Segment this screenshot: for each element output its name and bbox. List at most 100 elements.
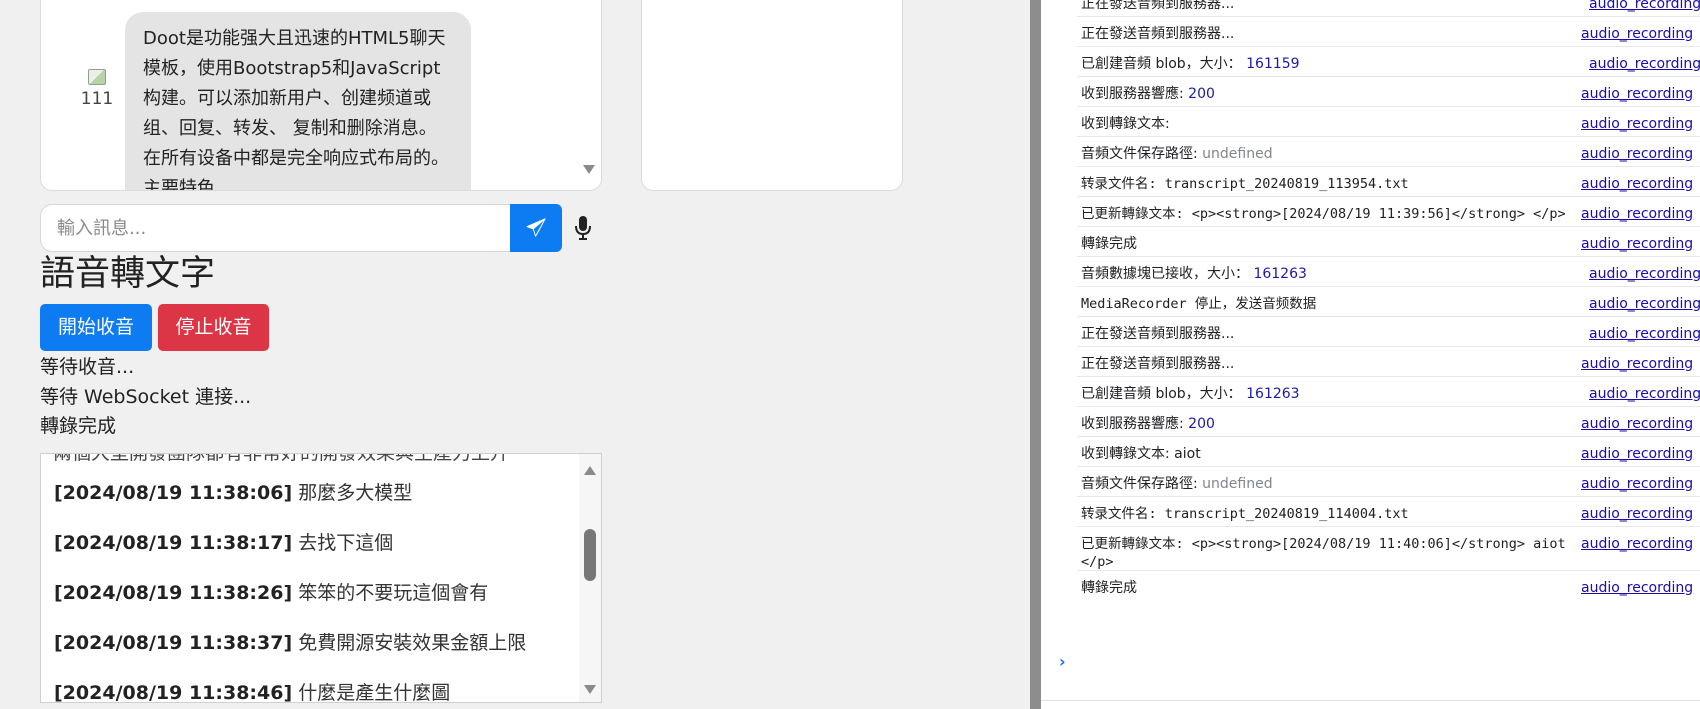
send-icon <box>526 218 546 237</box>
console-source-link[interactable]: audio_recording <box>1581 535 1693 553</box>
console-source-link[interactable]: audio_recording <box>1581 145 1693 163</box>
console-message: 音頻數據塊已接收，大小： 161263 <box>1081 265 1583 283</box>
console-source-link[interactable]: audio_recording <box>1581 175 1693 193</box>
console-message: 正在發送音頻到服務器... <box>1081 0 1583 13</box>
console-source-link[interactable]: audio_recording <box>1589 325 1700 343</box>
console-source-link[interactable]: audio_recording <box>1581 205 1693 223</box>
console-source-link[interactable]: audio_recording <box>1581 579 1693 597</box>
console-source-link[interactable]: audio_recording <box>1581 25 1693 43</box>
console-undefined-value: undefined <box>1202 476 1273 492</box>
chat-app: 111 Doot是功能强大且迅速的HTML5聊天模板，使用Bootstrap5和… <box>0 0 1030 709</box>
message-composer <box>40 204 597 252</box>
console-source-link[interactable]: audio_recording <box>1581 475 1693 493</box>
scroll-up-arrow-icon[interactable] <box>584 466 596 475</box>
avatar-alt-text: 111 <box>80 89 114 109</box>
console-message-text: 已更新轉錄文本: <p><strong>[2024/08/19 11:39:56… <box>1081 206 1566 222</box>
console-source-link[interactable]: audio_recording <box>1589 295 1700 313</box>
transcript-entry: [2024/08/19 11:38:17] 去找下這個 <box>54 528 393 555</box>
console-log-row: 已更新轉錄文本: <p><strong>[2024/08/19 11:39:56… <box>1077 196 1700 226</box>
console-log-row: 正在發送音頻到服務器... audio_recording <box>1077 346 1700 376</box>
page-title: 語音轉文字 <box>40 254 216 294</box>
transcript-timestamp: [2024/08/19 11:38:26] <box>54 582 293 604</box>
transcript-panel[interactable]: 兩個大型開發團隊都有非常好的開發效果與生產力上升 [2024/08/19 11:… <box>40 453 602 703</box>
pane-splitter[interactable] <box>1030 0 1041 709</box>
console-log-row: 已創建音頻 blob，大小： 161263 audio_recording <box>1077 376 1700 406</box>
console-log-row: 音頻數據塊已接收，大小： 161263 audio_recording <box>1077 256 1700 286</box>
microphone-button[interactable] <box>571 212 595 244</box>
console-log-row: 收到轉錄文本: audio_recording <box>1077 106 1700 136</box>
console-number-value: 200 <box>1188 86 1215 102</box>
console-undefined-value: undefined <box>1202 146 1273 162</box>
transcript-text: 免費開源安裝效果金額上限 <box>298 632 527 654</box>
console-source-link[interactable]: audio_recording <box>1581 505 1693 523</box>
transcript-entry: [2024/08/19 11:38:46] 什麼是產生什麼圖 <box>54 678 451 703</box>
console-source-link[interactable]: audio_recording <box>1581 115 1693 133</box>
console-message-text: 音頻數據塊已接收，大小： <box>1081 266 1254 282</box>
transcript-text: 什麼是產生什麼圖 <box>298 682 451 703</box>
transcript-entry: [2024/08/19 11:38:06] 那麼多大模型 <box>54 478 412 505</box>
websocket-status: 等待 WebSocket 連接... <box>40 386 252 408</box>
console-log-row: 正在發送音頻到服務器... audio_recording <box>1077 316 1700 346</box>
transcript-timestamp: [2024/08/19 11:38:46] <box>54 682 293 703</box>
console-message-text: 正在發送音頻到服務器... <box>1081 26 1235 42</box>
stop-recording-button[interactable]: 停止收音 <box>158 304 269 351</box>
console-source-link[interactable]: audio_recording <box>1589 55 1700 73</box>
send-button[interactable] <box>510 204 562 252</box>
transcript-partial-line: 兩個大型開發團隊都有非常好的開發效果與生產力上升 <box>53 453 510 464</box>
console-source-link[interactable]: audio_recording <box>1581 85 1693 103</box>
transcript-timestamp: [2024/08/19 11:38:06] <box>54 482 293 504</box>
broken-image-icon <box>88 69 106 85</box>
console-message: 已創建音頻 blob，大小： 161159 <box>1081 55 1583 73</box>
console-message: 转录文件名: transcript_20240819_114004.txt <box>1081 505 1583 523</box>
chat-message-panel[interactable]: 111 Doot是功能强大且迅速的HTML5聊天模板，使用Bootstrap5和… <box>40 0 602 191</box>
console-log-row: 收到轉錄文本: aiot audio_recording <box>1077 436 1700 466</box>
console-bottom-bar <box>1041 700 1700 709</box>
console-log-row: 轉錄完成 audio_recording <box>1077 226 1700 256</box>
console-number-value: 200 <box>1188 416 1215 432</box>
console-source-link[interactable]: audio_recording <box>1581 235 1693 253</box>
console-log-row: 已更新轉錄文本: <p><strong>[2024/08/19 11:40:06… <box>1077 526 1700 570</box>
console-message-text: 正在發送音頻到服務器... <box>1081 326 1235 342</box>
console-source-link[interactable]: audio_recording <box>1589 265 1700 283</box>
console-message: 轉錄完成 <box>1081 235 1583 253</box>
message-bubble: Doot是功能强大且迅速的HTML5聊天模板，使用Bootstrap5和Java… <box>125 12 471 190</box>
console-message: 已更新轉錄文本: <p><strong>[2024/08/19 11:40:06… <box>1081 535 1583 571</box>
side-panel <box>641 0 903 191</box>
console-gutter <box>1041 0 1077 709</box>
scrollbar-thumb[interactable] <box>584 529 596 581</box>
transcript-text: 那麼多大模型 <box>298 482 413 504</box>
message-input[interactable] <box>40 204 512 252</box>
console-number-value: 161263 <box>1246 386 1300 402</box>
scroll-down-arrow-icon[interactable] <box>584 685 596 694</box>
console-log-row: 音頻文件保存路徑: undefined audio_recording <box>1077 466 1700 496</box>
console-source-link[interactable]: audio_recording <box>1589 385 1700 403</box>
console-source-link[interactable]: audio_recording <box>1589 0 1700 13</box>
console-log-row: 转录文件名: transcript_20240819_113954.txt aud… <box>1077 166 1700 196</box>
console-message-text: 已創建音頻 blob，大小： <box>1081 56 1247 72</box>
devtools-console: 正在發送音頻到服務器... audio_recording 正在發送音頻到服務器..… <box>1041 0 1700 709</box>
console-message-text: MediaRecorder 停止，发送音频数据 <box>1081 296 1317 312</box>
console-message: 收到轉錄文本: aiot <box>1081 445 1583 463</box>
console-source-link[interactable]: audio_recording <box>1581 415 1693 433</box>
console-message: 轉錄完成 <box>1081 579 1583 597</box>
console-source-link[interactable]: audio_recording <box>1581 445 1693 463</box>
start-recording-button[interactable]: 開始收音 <box>40 304 152 351</box>
console-log-row: 正在發送音頻到服務器... audio_recording <box>1077 0 1700 16</box>
microphone-icon <box>575 216 591 240</box>
transcript-timestamp: [2024/08/19 11:38:17] <box>54 532 293 554</box>
console-message: 已創建音頻 blob，大小： 161263 <box>1081 385 1583 403</box>
console-log-row: MediaRecorder 停止，发送音频数据 audio_recording <box>1077 286 1700 316</box>
console-message-text: 收到服務器響應: <box>1081 86 1189 102</box>
console-message-text: 轉錄完成 <box>1081 236 1137 252</box>
console-log-row: 音頻文件保存路徑: undefined audio_recording <box>1077 136 1700 166</box>
console-message: 正在發送音頻到服務器... <box>1081 25 1583 43</box>
console-message-text: 已創建音頻 blob，大小： <box>1081 386 1247 402</box>
console-prompt-icon[interactable]: › <box>1059 652 1066 671</box>
console-message: 正在發送音頻到服務器... <box>1081 325 1583 343</box>
console-log-row: 转录文件名: transcript_20240819_114004.txt aud… <box>1077 496 1700 526</box>
console-message: 收到服務器響應: 200 <box>1081 85 1583 103</box>
scroll-down-arrow-icon[interactable] <box>583 165 595 174</box>
console-source-link[interactable]: audio_recording <box>1581 355 1693 373</box>
console-log-row: 轉錄完成 audio_recording <box>1077 570 1700 600</box>
console-message: 收到服務器響應: 200 <box>1081 415 1583 433</box>
